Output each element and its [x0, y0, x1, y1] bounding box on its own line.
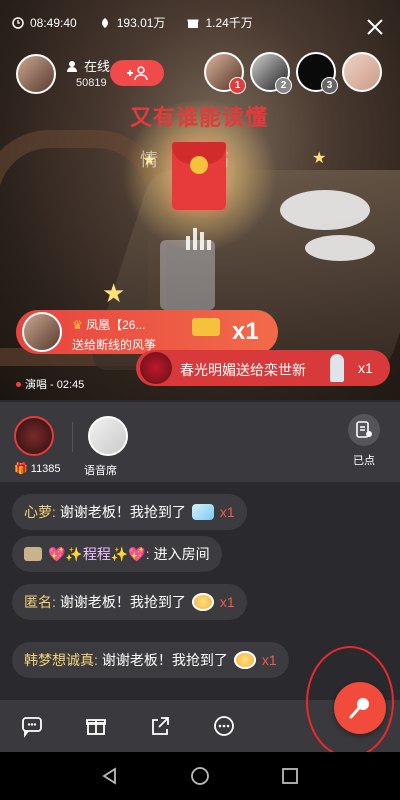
voice-seat-label: 语音席: [84, 465, 117, 477]
coin-gift-icon: [233, 651, 256, 669]
chat-gift-count: x1: [219, 504, 235, 520]
gift-box-icon: [187, 19, 199, 28]
seat-gift-count: 🎁 11385: [14, 462, 61, 475]
gift-stat: 1.24千万: [187, 14, 253, 31]
chat-username: 匿名:: [24, 594, 56, 610]
gift-icon: [192, 318, 220, 336]
gift-description: 送给断线的风筝: [72, 338, 157, 352]
chat-message: 匿名: 谢谢老板！我抢到了 x1: [12, 584, 247, 620]
host-id: 50819: [76, 77, 107, 89]
host-status-text: 在线: [84, 59, 111, 74]
chat-icon[interactable]: [20, 714, 44, 738]
gift-value: 1.24千万: [205, 16, 253, 30]
singing-status: 演唱 - 02:45: [16, 376, 84, 392]
video-glass: [160, 240, 215, 310]
rose-icon: [140, 352, 172, 384]
recents-icon[interactable]: [280, 766, 300, 786]
singer-avatar[interactable]: [14, 416, 54, 456]
leaf-icon: [101, 17, 108, 28]
lyric-line-1: 又有谁能读懂: [130, 105, 269, 130]
sender-avatar[interactable]: [22, 312, 62, 352]
clock-icon: [12, 16, 24, 29]
ordered-songs-button[interactable]: 已点: [344, 414, 384, 468]
singing-label: 演唱 - 02:45: [25, 379, 85, 391]
chat-message: 心萝: 谢谢老板！我抢到了 x1: [12, 494, 247, 530]
time-stat: 08:49:40: [12, 16, 77, 30]
badge-icon: [24, 547, 42, 561]
seat-divider: [72, 422, 73, 452]
system-nav-bar: [0, 752, 400, 800]
voice-seat[interactable]: 语音席: [84, 416, 138, 477]
chat-username: 韩梦想诚真:: [24, 652, 98, 668]
viewer-avatar[interactable]: 3: [296, 52, 338, 94]
gift-count-text: 11385: [30, 463, 61, 475]
host-avatar[interactable]: [16, 54, 56, 94]
chat-text: 谢谢老板！我抢到了: [101, 652, 228, 668]
rocket-icon: [330, 354, 344, 382]
voice-seat-avatar[interactable]: [88, 416, 128, 456]
gift-banner-2: 春光明媚送给栾世新 x1: [136, 350, 390, 386]
add-user-icon: [127, 66, 148, 81]
video-plate: [280, 190, 370, 230]
chat-gift-count: x1: [219, 594, 235, 610]
coin-gift-icon: [191, 593, 214, 611]
person-icon: [67, 60, 77, 72]
room-stats: 08:49:40 193.01万 1.24千万: [12, 14, 253, 31]
chat-message: 韩梦想诚真: 谢谢老板！我抢到了 x1: [12, 642, 289, 678]
more-icon[interactable]: [212, 714, 236, 738]
crown-icon: ♛: [72, 318, 83, 332]
mic-seat-singer[interactable]: 🎁 11385: [14, 416, 61, 475]
red-envelope-icon[interactable]: [172, 142, 226, 210]
gift-icon[interactable]: [84, 714, 108, 738]
rank-badge: 3: [321, 77, 338, 94]
gift-banner: ♛ 凤凰【26... 送给断线的风筝 x1: [16, 310, 278, 354]
live-time: 08:49:40: [30, 15, 77, 30]
gift-box-icon: 🎁: [14, 463, 28, 475]
close-icon[interactable]: [366, 18, 384, 36]
seat-bar: 🎁 11385 语音席 已点: [0, 402, 400, 482]
sender-name-text: 凤凰【26...: [86, 318, 146, 332]
home-icon[interactable]: [190, 766, 210, 786]
gift-description: 春光明媚送给栾世新: [180, 362, 306, 378]
song-list-icon: [356, 421, 372, 438]
rank-badge: 2: [275, 77, 292, 94]
mic-button[interactable]: [334, 682, 386, 734]
microphone-icon: [349, 698, 369, 719]
chat-gift-count: x1: [261, 652, 277, 668]
host-status: 在线: [66, 56, 110, 75]
live-dot-icon: [16, 381, 21, 387]
chat-text: 进入房间: [153, 546, 210, 562]
chat-enter-message: 💖✨程程✨💖: 进入房间: [12, 536, 222, 572]
ice-gift-icon: [191, 504, 214, 520]
chat-username: 💖✨程程✨💖:: [48, 546, 150, 562]
sender-name: ♛ 凤凰【26...: [72, 316, 145, 333]
music-bars-icon: [186, 228, 211, 250]
gift-count: x1: [358, 360, 373, 376]
share-icon[interactable]: [148, 714, 172, 738]
chat-text: 谢谢老板！我抢到了: [59, 504, 186, 520]
viewer-avatar[interactable]: 2: [250, 52, 292, 94]
ordered-label: 已点: [353, 455, 375, 467]
hot-stat: 193.01万: [99, 14, 166, 31]
rank-badge: 1: [229, 77, 246, 94]
hot-value: 193.01万: [116, 16, 166, 30]
viewer-avatar[interactable]: 1: [204, 52, 246, 94]
back-icon[interactable]: [100, 766, 120, 786]
chat-text: 谢谢老板！我抢到了: [59, 594, 186, 610]
top-viewers: 1 2 3: [204, 52, 382, 94]
viewer-avatar[interactable]: [342, 52, 382, 92]
video-plate: [305, 235, 375, 261]
follow-button[interactable]: [110, 60, 164, 86]
chat-username: 心萝:: [24, 504, 56, 520]
sparkle-icon: ★: [102, 278, 126, 308]
sparkle-icon: ★: [312, 150, 327, 167]
gift-count: x1: [232, 318, 259, 345]
